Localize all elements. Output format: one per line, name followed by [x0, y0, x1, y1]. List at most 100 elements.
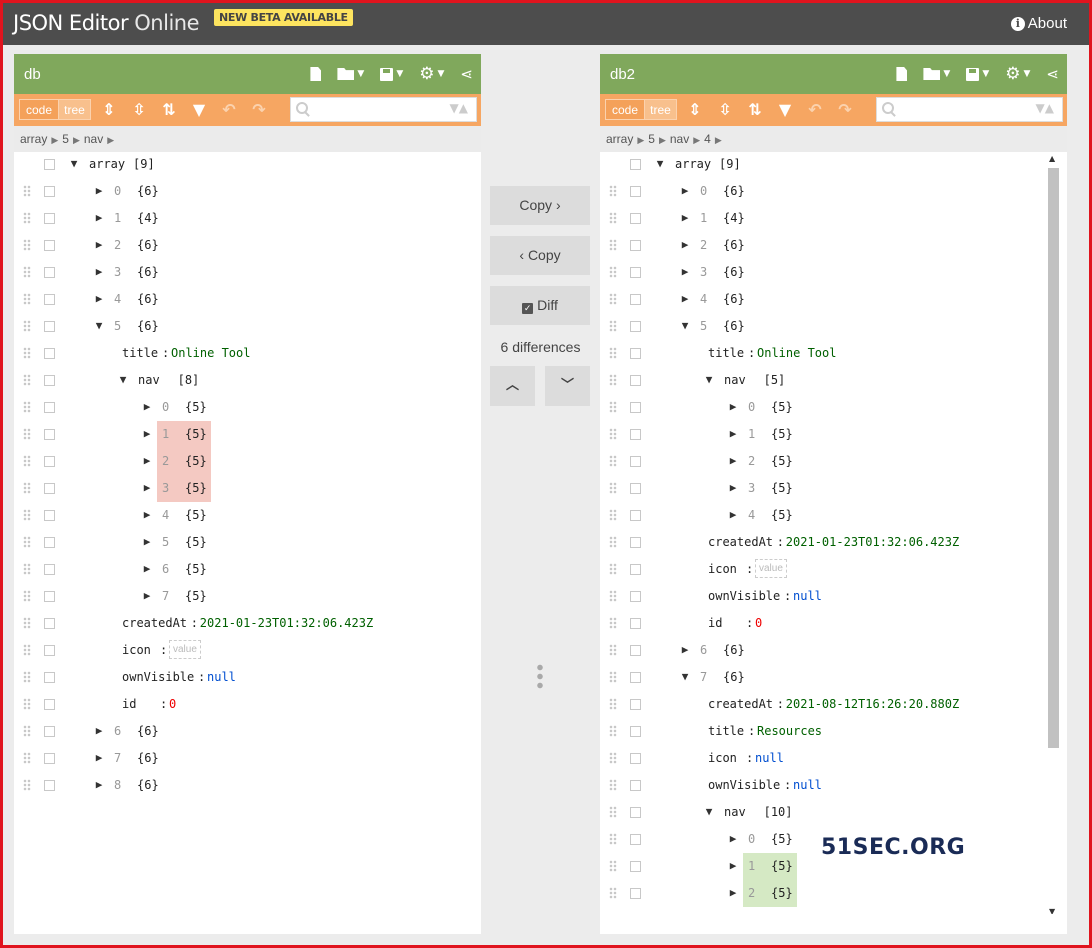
node-key[interactable]: icon [122, 643, 151, 657]
right-mode-tree-button[interactable]: tree [644, 99, 677, 120]
drag-handle-icon[interactable] [609, 725, 617, 737]
node-value[interactable]: 0 [169, 697, 176, 711]
node-value[interactable]: null [207, 670, 236, 684]
context-menu-icon[interactable] [630, 456, 641, 467]
right-panel-name[interactable]: db2 [610, 66, 635, 83]
drag-handle-icon[interactable] [23, 428, 31, 440]
tree-row[interactable]: ▶ 2 {6} [600, 232, 1040, 259]
drag-handle-icon[interactable] [23, 293, 31, 305]
gear-icon[interactable]: ⚙ ▼ [419, 65, 444, 83]
context-menu-icon[interactable] [44, 267, 55, 278]
context-menu-icon[interactable] [630, 591, 641, 602]
expand-caret-icon[interactable]: ▶ [142, 455, 152, 467]
tree-row[interactable]: ▶3{5} [600, 907, 1040, 914]
tree-row[interactable]: ▶3{5} [600, 475, 1040, 502]
node-value[interactable]: Online Tool [171, 346, 250, 360]
drag-handle-icon[interactable] [609, 617, 617, 629]
expand-caret-icon[interactable]: ▶ [142, 536, 152, 548]
drag-handle-icon[interactable] [609, 455, 617, 467]
breadcrumb-separator-icon[interactable]: ▶ [659, 135, 666, 145]
drag-handle-icon[interactable] [609, 374, 617, 386]
context-menu-icon[interactable] [630, 159, 641, 170]
context-menu-icon[interactable] [44, 510, 55, 521]
save-icon[interactable]: ▼ [966, 65, 989, 83]
breadcrumb-item[interactable]: array [20, 132, 47, 146]
context-menu-icon[interactable] [44, 321, 55, 332]
context-menu-icon[interactable] [44, 348, 55, 359]
left-panel-name[interactable]: db [24, 66, 41, 83]
node-value[interactable]: 2021-08-12T16:26:20.880Z [786, 697, 959, 711]
drag-handle-icon[interactable] [609, 698, 617, 710]
right-search-box[interactable]: ▼▲ [876, 97, 1063, 122]
expand-caret-icon[interactable]: ▶ [728, 482, 738, 494]
collapse-caret-icon[interactable]: ▼ [704, 806, 714, 818]
gear-icon[interactable]: ⚙ ▼ [1005, 65, 1030, 83]
context-menu-icon[interactable] [630, 861, 641, 872]
diff-toggle-button[interactable]: ✓ Diff [490, 286, 590, 325]
tree-row[interactable]: ▶ 3 {6} [600, 259, 1040, 286]
expand-caret-icon[interactable]: ▶ [680, 266, 690, 278]
node-key[interactable]: icon [708, 562, 737, 576]
expand-caret-icon[interactable]: ▶ [728, 455, 738, 467]
drag-handle-icon[interactable] [23, 617, 31, 629]
search-next-prev-icon[interactable]: ▼▲ [450, 101, 468, 115]
tree-row[interactable]: ▶ 1 {4} [14, 205, 454, 232]
context-menu-icon[interactable] [630, 564, 641, 575]
expand-caret-icon[interactable]: ▶ [680, 239, 690, 251]
tree-row[interactable]: ▶ 2 {6} [14, 232, 454, 259]
drag-handle-icon[interactable] [23, 590, 31, 602]
context-menu-icon[interactable] [630, 348, 641, 359]
context-menu-icon[interactable] [630, 321, 641, 332]
node-key[interactable]: array [89, 157, 125, 171]
tree-row[interactable]: ownVisible: null [600, 772, 1040, 799]
context-menu-icon[interactable] [44, 591, 55, 602]
expand-caret-icon[interactable]: ▶ [680, 644, 690, 656]
redo-icon[interactable]: ↷ [836, 100, 854, 120]
context-menu-icon[interactable] [630, 699, 641, 710]
tree-row[interactable]: createdAt:2021-01-23T01:32:06.423Z [14, 610, 454, 637]
context-menu-icon[interactable] [44, 699, 55, 710]
undo-icon[interactable]: ↶ [220, 100, 238, 120]
node-value[interactable]: Resources [757, 724, 822, 738]
collapse-all-icon[interactable]: ⇳ [130, 100, 148, 120]
tree-row[interactable]: icon: null [600, 745, 1040, 772]
context-menu-icon[interactable] [44, 186, 55, 197]
tree-row[interactable]: ownVisible: null [14, 664, 454, 691]
drag-handle-icon[interactable] [23, 698, 31, 710]
context-menu-icon[interactable] [630, 780, 641, 791]
context-menu-icon[interactable] [630, 429, 641, 440]
node-value[interactable]: 2021-01-23T01:32:06.423Z [200, 616, 373, 630]
next-difference-button[interactable]: ﹀ [545, 366, 590, 406]
drag-handle-icon[interactable] [23, 266, 31, 278]
tree-row[interactable]: ▶ 0 {5} [600, 826, 1040, 853]
tree-row[interactable]: createdAt:2021-08-12T16:26:20.880Z [600, 691, 1040, 718]
breadcrumb-separator-icon[interactable]: ▶ [51, 135, 58, 145]
collapse-caret-icon[interactable]: ▼ [680, 671, 690, 683]
breadcrumb-separator-icon[interactable]: ▶ [693, 135, 700, 145]
drag-handle-icon[interactable] [23, 185, 31, 197]
expand-caret-icon[interactable]: ▶ [94, 266, 104, 278]
share-icon[interactable]: ⋖ [460, 65, 473, 83]
context-menu-icon[interactable] [44, 537, 55, 548]
context-menu-icon[interactable] [44, 375, 55, 386]
drag-handle-icon[interactable] [23, 563, 31, 575]
breadcrumb-item[interactable]: 5 [648, 132, 655, 146]
new-document-icon[interactable] [896, 65, 908, 83]
tree-row[interactable]: ▼ 7 {6} [600, 664, 1040, 691]
drag-handle-icon[interactable] [609, 212, 617, 224]
node-key[interactable]: id [122, 697, 136, 711]
expand-caret-icon[interactable]: ▶ [728, 401, 738, 413]
right-mode-code-button[interactable]: code [605, 99, 645, 120]
tree-row[interactable]: ▶ 4 {5} [600, 502, 1040, 529]
collapse-caret-icon[interactable]: ▼ [69, 158, 79, 170]
redo-icon[interactable]: ↷ [250, 100, 268, 120]
breadcrumb-item[interactable]: nav [84, 132, 103, 146]
expand-caret-icon[interactable]: ▶ [94, 212, 104, 224]
drag-handle-icon[interactable] [609, 752, 617, 764]
context-menu-icon[interactable] [630, 510, 641, 521]
left-mode-code-button[interactable]: code [19, 99, 59, 120]
expand-caret-icon[interactable]: ▶ [94, 725, 104, 737]
undo-icon[interactable]: ↶ [806, 100, 824, 120]
tree-row[interactable]: ▶ 0 {6} [600, 178, 1040, 205]
tree-row[interactable]: ▶ 0 {5} [600, 394, 1040, 421]
